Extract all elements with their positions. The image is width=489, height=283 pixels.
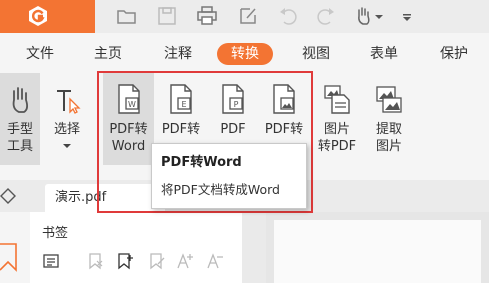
extract-image-label-2: 图片: [375, 139, 402, 154]
document-page: [274, 220, 481, 283]
app-logo-area: [0, 0, 95, 33]
side-nav-strip: [0, 212, 30, 283]
back-diamond-icon[interactable]: [0, 188, 16, 204]
tooltip-title: PDF转Word: [161, 155, 242, 170]
print-icon[interactable]: [195, 4, 219, 28]
menu-home[interactable]: 主页: [94, 43, 122, 65]
edit-icon[interactable]: [236, 4, 260, 28]
hand-tool-icon: [12, 87, 29, 113]
svg-text:P: P: [234, 100, 239, 109]
bookmark-panel-title: 书签: [42, 226, 69, 241]
menu-bar: 文件 主页 注释 转换 视图 表单 保护: [0, 33, 489, 73]
bookmark-nav-icon[interactable]: [0, 242, 18, 272]
image-to-pdf-icon: [324, 85, 350, 114]
tooltip: PDF转Word 将PDF文档转成Word: [151, 143, 307, 209]
redo-icon[interactable]: [314, 4, 338, 28]
pdf-to-word-label-1: PDF转: [109, 122, 148, 137]
hand-tool-label-2: 工具: [6, 139, 33, 154]
save-icon[interactable]: [155, 4, 179, 28]
extract-image-label-1: 提取: [375, 122, 402, 137]
svg-text:W: W: [128, 100, 136, 109]
extract-image-icon: [376, 86, 402, 113]
menu-file[interactable]: 文件: [26, 43, 54, 65]
bookmark-panel: 书签: [30, 212, 242, 283]
open-folder-icon[interactable]: [115, 4, 139, 28]
pdf-to-excel-label: PDF转: [161, 122, 201, 137]
pdf-to-ppt-label: PDF: [220, 122, 246, 137]
app-logo-icon: [29, 6, 47, 26]
title-bar: [0, 0, 489, 33]
pdf-to-word-icon: W: [117, 84, 140, 114]
pdf-to-word-button[interactable]: W PDF转 Word: [103, 73, 154, 165]
select-tool-button[interactable]: 选择: [46, 73, 88, 165]
image-to-pdf-button[interactable]: 图片 转PDF: [314, 73, 360, 165]
menu-protect[interactable]: 保护: [440, 43, 468, 65]
edit-bookmark-icon[interactable]: [148, 252, 166, 270]
pdf-to-image-icon: [273, 84, 295, 114]
hand-tool-button[interactable]: 手型 工具: [0, 73, 40, 165]
increase-font-icon[interactable]: [176, 252, 194, 270]
menu-annotate[interactable]: 注释: [164, 43, 192, 65]
add-bookmark-icon[interactable]: [116, 252, 134, 270]
document-tab[interactable]: 演示.pdf: [45, 184, 165, 212]
pdf-to-word-label-2: Word: [111, 139, 146, 154]
tooltip-description: 将PDF文档转成Word: [161, 182, 280, 197]
chevron-down-icon[interactable]: [373, 4, 385, 28]
chevron-down-icon: [63, 144, 71, 148]
hand-tool-label-1: 手型: [6, 122, 33, 137]
customize-toolbar-icon[interactable]: [400, 4, 414, 28]
pdf-to-ppt-icon: P: [222, 84, 244, 114]
bookmark-list-icon[interactable]: [42, 252, 60, 270]
extract-image-button[interactable]: 提取 图片: [366, 73, 412, 165]
image-to-pdf-label-2: 转PDF: [317, 139, 357, 154]
menu-form[interactable]: 表单: [370, 43, 398, 65]
pdf-to-excel-icon: E: [170, 84, 192, 114]
delete-bookmark-icon[interactable]: [86, 252, 104, 270]
svg-text:E: E: [181, 100, 186, 109]
menu-view[interactable]: 视图: [302, 43, 330, 65]
panel-gap: [242, 212, 266, 283]
pdf-to-image-label: PDF转: [264, 122, 304, 137]
image-to-pdf-label-1: 图片: [323, 122, 350, 137]
decrease-font-icon[interactable]: [206, 252, 224, 270]
document-view: [266, 212, 489, 283]
select-tool-label: 选择: [53, 122, 80, 137]
undo-icon[interactable]: [276, 4, 300, 28]
menu-convert[interactable]: 转换: [217, 43, 273, 65]
text-select-icon: [57, 90, 81, 114]
